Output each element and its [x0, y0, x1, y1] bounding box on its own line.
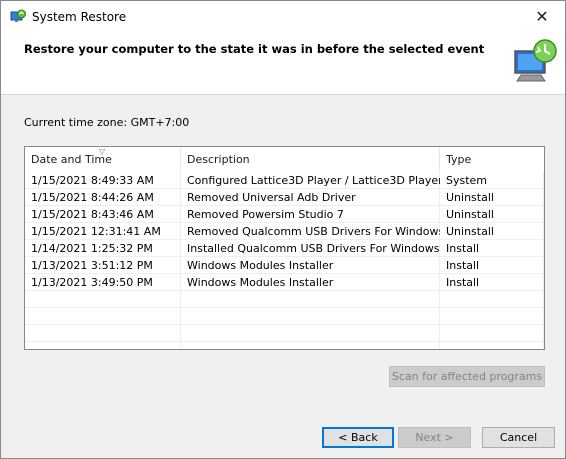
back-button[interactable]: < Back [322, 427, 394, 448]
cell-description: Removed Qualcomm USB Drivers For Windows… [187, 225, 440, 238]
close-button[interactable]: ✕ [519, 1, 565, 32]
table-row[interactable]: 1/15/2021 12:31:41 AM Removed Qualcomm US… [25, 223, 544, 240]
column-label: Description [187, 152, 250, 166]
table-row[interactable]: 1/15/2021 8:49:33 AM Configured Lattice3D… [25, 172, 544, 189]
window-title: System Restore [32, 10, 127, 24]
cell-date-time: 1/15/2021 12:31:41 AM [31, 225, 161, 238]
cell-description: Windows Modules Installer [187, 259, 334, 272]
cell-type: Uninstall [446, 208, 494, 221]
column-header-type[interactable]: Type [440, 147, 544, 171]
cell-type: Install [446, 259, 480, 272]
page-heading: Restore your computer to the state it wa… [24, 42, 485, 56]
table-row[interactable]: 1/15/2021 8:44:26 AM Removed Universal Ad… [25, 189, 544, 206]
table-row[interactable]: 1/15/2021 8:43:46 AM Removed Powersim Stu… [25, 206, 544, 223]
column-header-date-time[interactable]: Date and Time ▽ [25, 147, 181, 171]
restore-monitor-icon [514, 39, 557, 82]
column-header-description[interactable]: Description [181, 147, 440, 171]
next-button[interactable]: Next > [398, 427, 471, 448]
cell-date-time: 1/15/2021 8:43:46 AM [31, 208, 154, 221]
cell-description: Installed Qualcomm USB Drivers For Windo… [187, 242, 440, 255]
empty-row [25, 325, 544, 342]
cancel-button[interactable]: Cancel [482, 427, 555, 448]
cell-date-time: 1/13/2021 3:49:50 PM [31, 276, 153, 289]
cell-type: Install [446, 242, 480, 255]
current-time-zone: Current time zone: GMT+7:00 [24, 116, 190, 129]
title-bar: System Restore ✕ [1, 1, 565, 32]
cell-type: Uninstall [446, 191, 494, 204]
wizard-header: Restore your computer to the state it wa… [1, 32, 565, 95]
cell-type: System [446, 174, 488, 187]
scan-affected-programs-button[interactable]: Scan for affected programs [389, 366, 545, 387]
cell-date-time: 1/15/2021 8:44:26 AM [31, 191, 154, 204]
table-row[interactable]: 1/14/2021 1:25:32 PM Installed Qualcomm U… [25, 240, 544, 257]
system-restore-icon [10, 9, 26, 22]
cell-date-time: 1/13/2021 3:51:12 PM [31, 259, 153, 272]
cell-description: Removed Universal Adb Driver [187, 191, 356, 204]
cell-date-time: 1/14/2021 1:25:32 PM [31, 242, 153, 255]
cell-type: Uninstall [446, 225, 494, 238]
system-restore-window: System Restore ✕ Restore your computer t… [0, 0, 566, 459]
empty-row [25, 291, 544, 308]
cell-description: Windows Modules Installer [187, 276, 334, 289]
column-label: Type [446, 152, 472, 166]
cell-type: Install [446, 276, 480, 289]
cell-description: Removed Powersim Studio 7 [187, 208, 344, 221]
restore-points-list[interactable]: Date and Time ▽ Description Type 1/15/20… [24, 146, 545, 350]
cell-date-time: 1/15/2021 8:49:33 AM [31, 174, 154, 187]
table-row[interactable]: 1/13/2021 3:49:50 PM Windows Modules Inst… [25, 274, 544, 291]
empty-row [25, 308, 544, 325]
sort-indicator-icon: ▽ [99, 147, 106, 156]
cell-description: Configured Lattice3D Player / Lattice3D … [187, 174, 440, 187]
table-row[interactable]: 1/13/2021 3:51:12 PM Windows Modules Inst… [25, 257, 544, 274]
close-icon: ✕ [535, 7, 549, 26]
